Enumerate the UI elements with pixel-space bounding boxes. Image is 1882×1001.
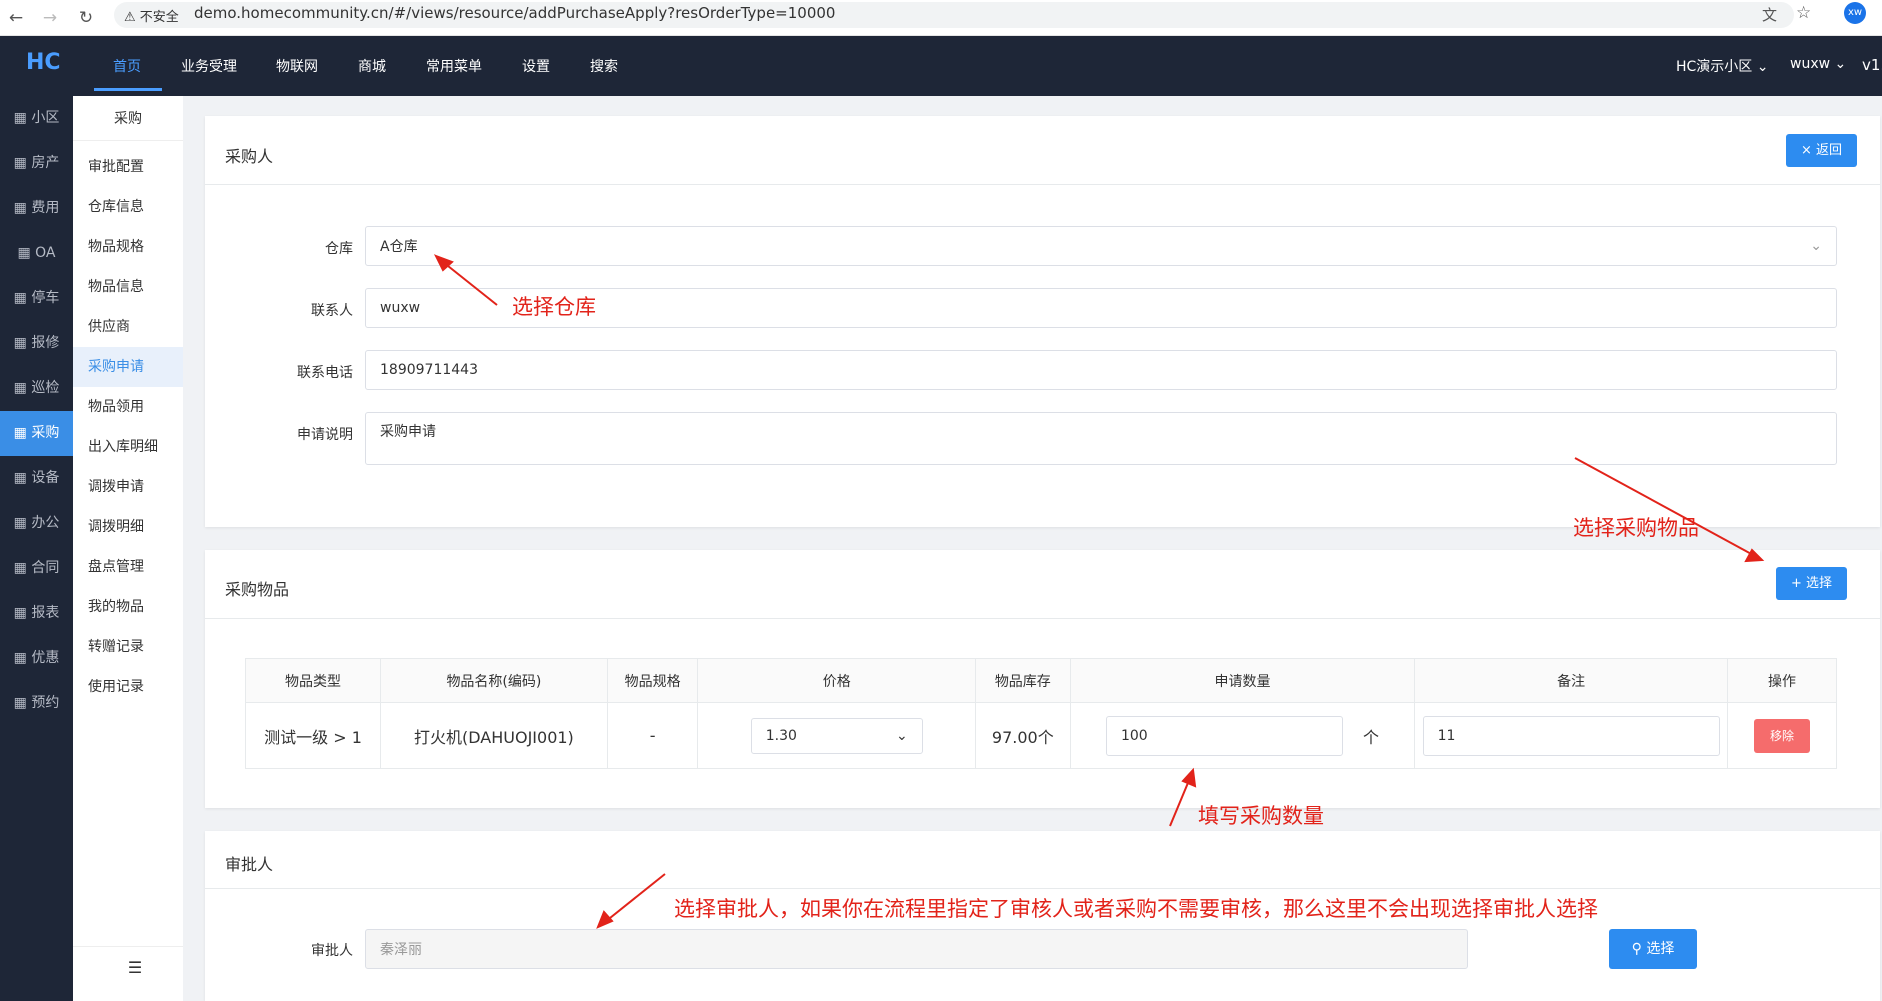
annotation-approver: 选择审批人，如果你在流程里指定了审核人或者采购不需要审核，那么这里不会出现选择审…: [674, 897, 1598, 921]
annotation-arrowhead: [1181, 767, 1197, 788]
annotation-arrow: [604, 873, 666, 923]
annotation-warehouse: 选择仓库: [512, 295, 596, 319]
annotation-items: 选择采购物品: [1573, 516, 1699, 540]
annotation-arrow: [1169, 777, 1191, 827]
annotation-arrowhead: [596, 910, 614, 929]
annotation-quantity: 填写采购数量: [1198, 804, 1324, 828]
annotation-arrows: [433, 254, 1765, 929]
annotation-arrow: [442, 261, 498, 306]
